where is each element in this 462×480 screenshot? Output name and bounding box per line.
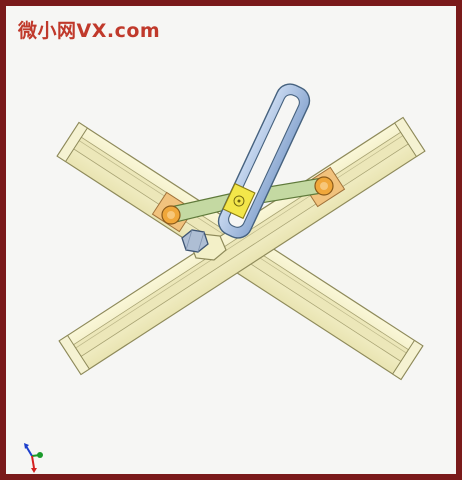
site-watermark: 微小网VX.com (18, 20, 161, 42)
axis-triad-icon (24, 443, 43, 473)
viewport-frame: 微小网VX.com (0, 0, 462, 480)
pin-left (161, 205, 181, 225)
pin-right (314, 176, 334, 196)
mechanism-scene (24, 83, 426, 473)
